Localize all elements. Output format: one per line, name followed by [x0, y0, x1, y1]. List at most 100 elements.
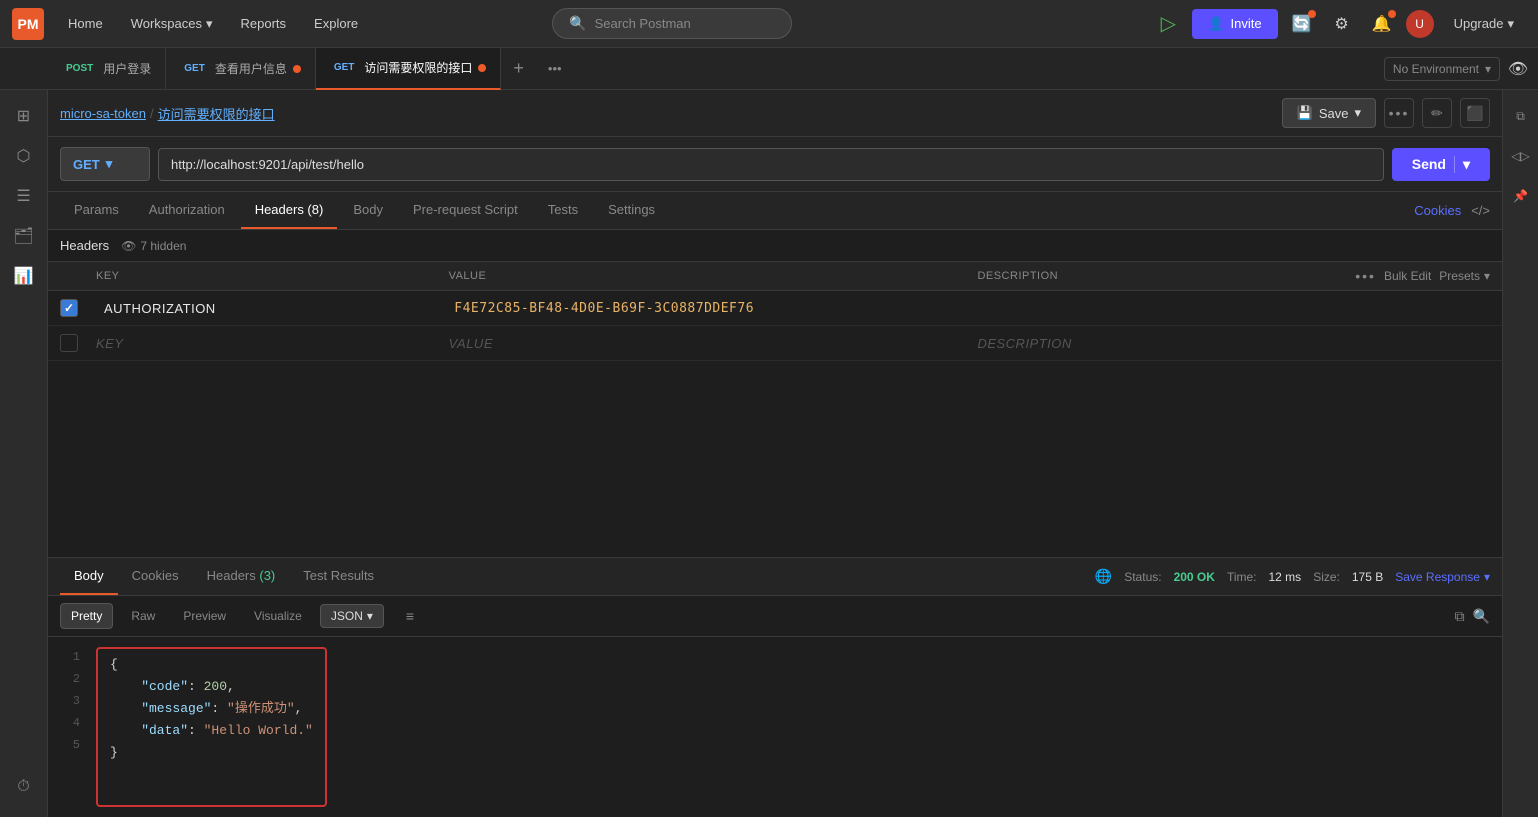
highlighted-json-block: { "code": 200, "message": "操作成功", "data"…	[96, 647, 327, 807]
tab-prerequest[interactable]: Pre-request Script	[399, 192, 532, 229]
url-input[interactable]	[158, 148, 1384, 181]
presets-button[interactable]: Presets ▾	[1439, 269, 1490, 283]
breadcrumb-parent[interactable]: micro-sa-token	[60, 106, 146, 121]
resp-tab-headers[interactable]: Headers (3)	[193, 558, 290, 595]
nav-explore[interactable]: Explore	[302, 10, 370, 37]
response-section: Body Cookies Headers (3) Test Results 🌐 …	[48, 557, 1502, 817]
right-icon-2[interactable]: ◁▷	[1503, 138, 1538, 174]
empty-row-desc[interactable]: Description	[977, 336, 1330, 351]
split-view-button[interactable]: ⬛	[1460, 98, 1490, 128]
nav-home[interactable]: Home	[56, 10, 115, 37]
request-param-tabs: Params Authorization Headers (8) Body Pr…	[48, 192, 1502, 230]
more-tabs-button[interactable]: •••	[536, 61, 574, 76]
empty-row-checkbox[interactable]	[60, 334, 78, 352]
sidebar-icon-new-tab[interactable]: ⊞	[6, 98, 42, 134]
cookies-link[interactable]: Cookies	[1414, 203, 1461, 218]
search-bar[interactable]: 🔍 Search Postman	[552, 8, 792, 39]
format-filter-icon[interactable]: ≡	[396, 602, 424, 630]
upgrade-button[interactable]: Upgrade ▾	[1442, 9, 1526, 39]
table-key-header: KEY	[96, 270, 449, 282]
tab-params[interactable]: Params	[60, 192, 133, 229]
breadcrumb-current[interactable]: 访问需要权限的接口	[158, 104, 275, 123]
sidebar-icon-api[interactable]: ☰	[6, 178, 42, 214]
headers-section: Headers 👁 7 hidden KEY VALUE DESCRIPTION…	[48, 230, 1502, 557]
search-placeholder: Search Postman	[595, 16, 691, 31]
chevron-down-icon: ▾	[206, 16, 213, 32]
empty-row-value[interactable]: Value	[449, 336, 978, 351]
code-line-3: "message": "操作成功",	[110, 699, 313, 719]
tab-headers[interactable]: Headers (8)	[241, 192, 338, 229]
main-content-area: micro-sa-token / 访问需要权限的接口 💾 Invite Save…	[48, 90, 1502, 817]
request-tabs-bar: POST 用户登录 GET 查看用户信息 GET 访问需要权限的接口 + •••…	[0, 48, 1538, 90]
send-dropdown-icon: ▾	[1454, 156, 1470, 173]
tab-method-badge: GET	[330, 61, 359, 74]
table-empty-row: Key Value Description	[48, 326, 1502, 361]
method-chevron-icon: ▾	[106, 156, 113, 172]
format-raw[interactable]: Raw	[121, 604, 165, 628]
right-icon-1[interactable]: ⧉	[1503, 98, 1538, 134]
response-tabs-row: Body Cookies Headers (3) Test Results 🌐 …	[48, 558, 1502, 596]
sync-icon[interactable]: 🔄	[1286, 8, 1318, 40]
row-checkbox[interactable]: ✓	[60, 299, 78, 317]
save-response-button[interactable]: Save Response ▾	[1395, 570, 1490, 584]
format-preview[interactable]: Preview	[173, 604, 236, 628]
resp-tab-testresults[interactable]: Test Results	[289, 558, 388, 595]
notifications-icon[interactable]: 🔔	[1366, 8, 1398, 40]
resp-tab-body[interactable]: Body	[60, 558, 118, 595]
sidebar-icon-environments[interactable]: 🗂	[6, 218, 42, 254]
tab-settings[interactable]: Settings	[594, 192, 669, 229]
search-response-icon[interactable]: 🔍	[1473, 608, 1490, 625]
runner-icon[interactable]: ▷	[1152, 8, 1184, 40]
format-visualize[interactable]: Visualize	[244, 604, 312, 628]
hidden-headers-toggle[interactable]: 👁 7 hidden	[121, 239, 186, 253]
resp-tab-cookies[interactable]: Cookies	[118, 558, 193, 595]
tab-authorization[interactable]: Authorization	[135, 192, 239, 229]
user-avatar[interactable]: U	[1406, 10, 1434, 38]
sidebar-icon-mock[interactable]: 📊	[6, 258, 42, 294]
upgrade-chevron-icon: ▾	[1507, 16, 1514, 32]
edit-icon-button[interactable]: ✏	[1422, 98, 1452, 128]
tab-post-login[interactable]: POST 用户登录	[48, 48, 166, 90]
format-type-dropdown[interactable]: JSON ▾	[320, 604, 384, 628]
table-more-icon[interactable]: •••	[1355, 268, 1376, 284]
env-settings-icon[interactable]: 👁	[1506, 53, 1530, 85]
headers-toolbar: Headers 👁 7 hidden	[48, 230, 1502, 262]
tab-unsaved-dot	[478, 64, 486, 72]
sidebar-icon-history[interactable]: ⏱	[6, 769, 42, 805]
nav-reports[interactable]: Reports	[229, 10, 299, 37]
save-icon: 💾	[1297, 105, 1313, 121]
save-button[interactable]: 💾 Invite Save ▾	[1282, 98, 1376, 128]
settings-icon[interactable]: ⚙	[1326, 8, 1358, 40]
tab-get-userinfo[interactable]: GET 查看用户信息	[166, 48, 316, 90]
more-options-button[interactable]: •••	[1384, 98, 1414, 128]
search-icon: 🔍	[569, 15, 586, 32]
table-value-header: VALUE	[449, 270, 978, 282]
tab-body[interactable]: Body	[339, 192, 397, 229]
row-key-cell[interactable]: Authorization	[96, 301, 454, 316]
tab-get-permission[interactable]: GET 访问需要权限的接口	[316, 48, 502, 90]
add-tab-button[interactable]: +	[501, 58, 536, 79]
sidebar-icon-collections[interactable]: ⬡	[6, 138, 42, 174]
code-icon[interactable]: </>	[1471, 203, 1490, 218]
nav-workspaces[interactable]: Workspaces ▾	[119, 10, 225, 38]
response-action-icons: ⧉ 🔍	[1455, 608, 1490, 625]
breadcrumb-separator: /	[150, 106, 154, 121]
headers-label: Headers	[60, 238, 109, 253]
send-button[interactable]: Send ▾	[1392, 148, 1490, 181]
tab-unsaved-dot	[293, 65, 301, 73]
format-pretty[interactable]: Pretty	[60, 603, 113, 629]
copy-icon[interactable]: ⧉	[1455, 608, 1465, 625]
right-icon-3[interactable]: 📌	[1503, 178, 1538, 214]
tab-tests[interactable]: Tests	[534, 192, 592, 229]
response-time: 12 ms	[1269, 570, 1302, 584]
invite-button[interactable]: 👤 Invite	[1192, 9, 1277, 39]
env-dropdown[interactable]: No Environment ▾	[1384, 57, 1500, 81]
bulk-edit-button[interactable]: Bulk Edit	[1384, 269, 1431, 283]
row-value-cell[interactable]: f4e72c85-bf48-4d0e-b69f-3c0887ddef76	[454, 301, 979, 316]
method-dropdown[interactable]: GET ▾	[60, 147, 150, 181]
empty-row-check	[60, 334, 96, 352]
response-meta: 🌐 Status: 200 OK Time: 12 ms Size: 175 B…	[1095, 568, 1490, 585]
url-bar: GET ▾ Send ▾	[48, 137, 1502, 192]
nav-right-section: ▷ 👤 Invite 🔄 ⚙ 🔔 U Upgrade ▾	[1152, 8, 1526, 40]
empty-row-key[interactable]: Key	[96, 336, 449, 351]
